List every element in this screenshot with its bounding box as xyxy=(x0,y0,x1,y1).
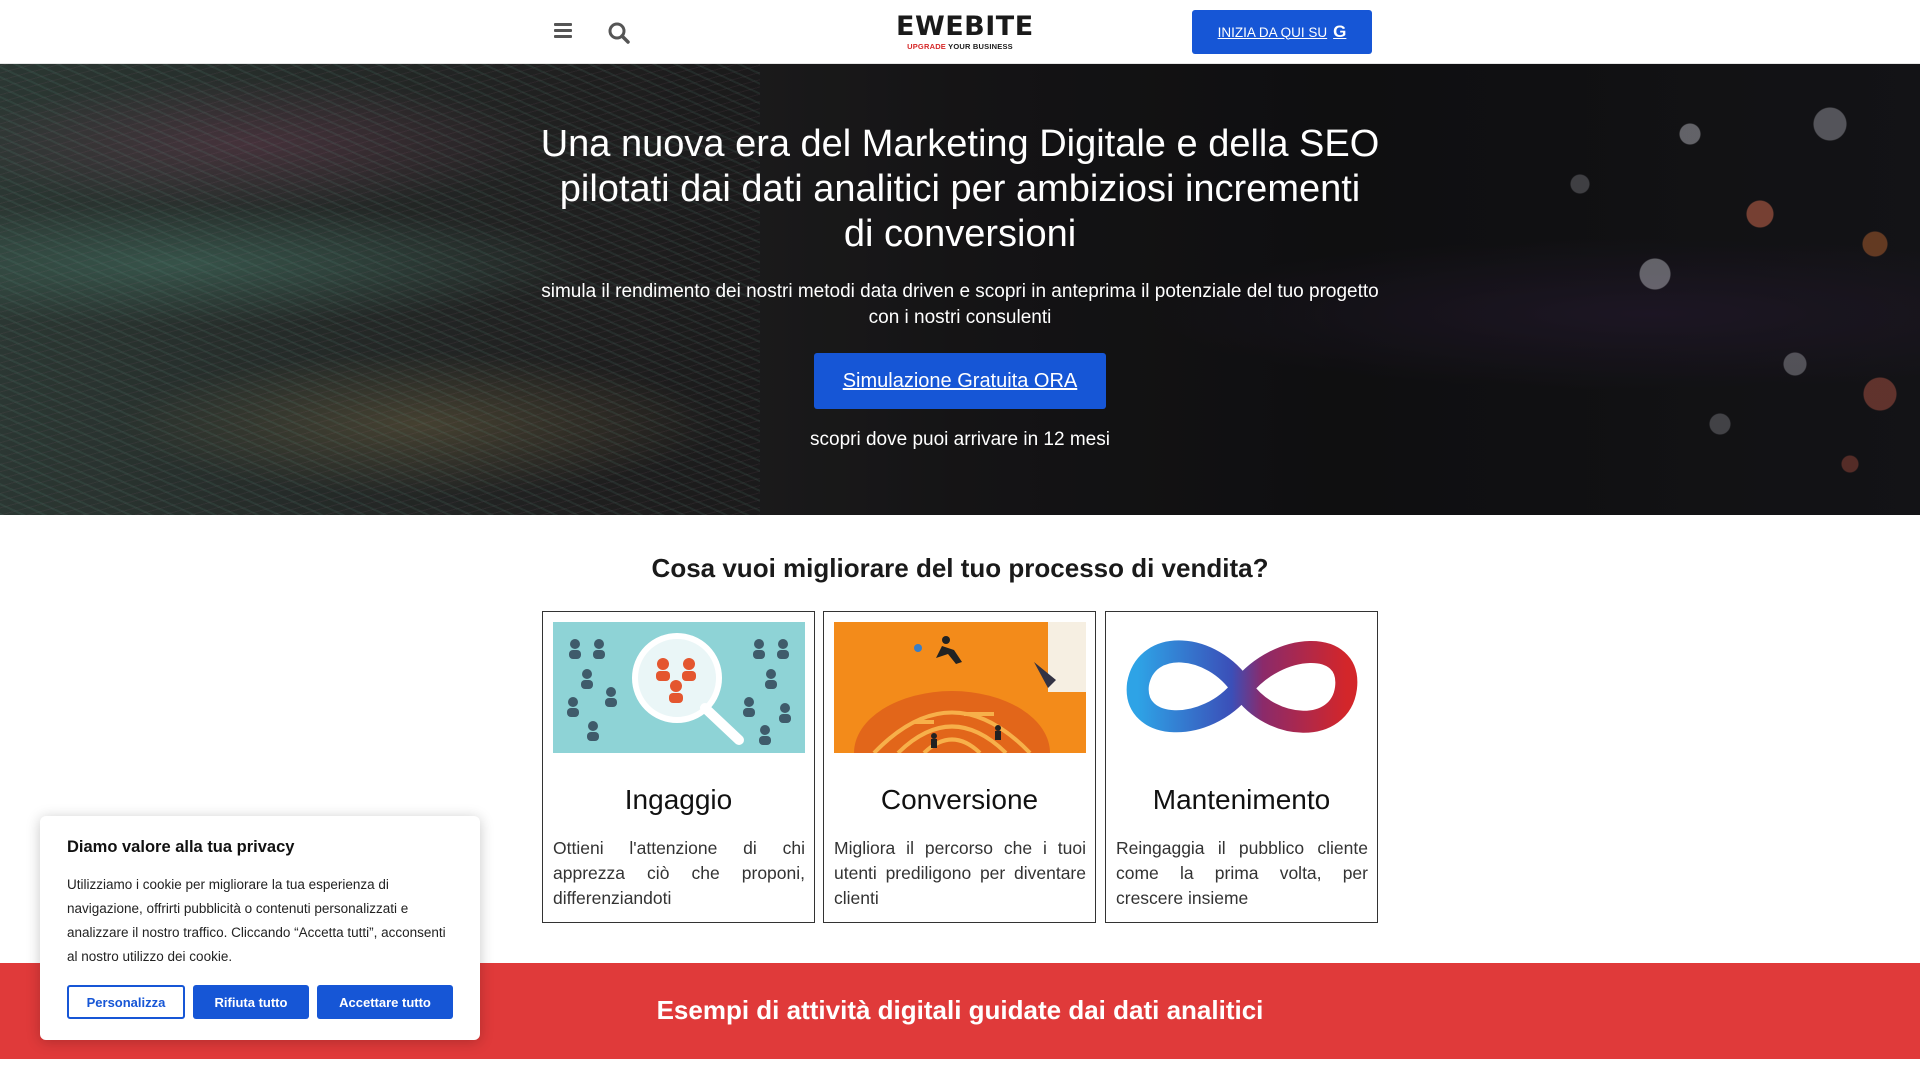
card-text: Reingaggia il pubblico cliente come la p… xyxy=(1116,838,1368,908)
logo-tagline: UPGRADE YOUR BUSINESS xyxy=(907,42,1013,51)
accept-all-button[interactable]: Accettare tutto xyxy=(317,985,453,1019)
infinity-illustration xyxy=(1116,622,1368,753)
card-title: Mantenimento xyxy=(1152,784,1331,815)
cookie-consent-banner: Diamo valore alla tua privacy Utilizziam… xyxy=(40,816,480,1040)
site-header: EWEBITE UPGRADE YOUR BUSINESS INIZIA DA … xyxy=(0,0,1920,64)
hero-title: Una nuova era del Marketing Digitale e d… xyxy=(540,123,1380,255)
card-title: Conversione xyxy=(880,784,1039,815)
reject-all-button[interactable]: Rifiuta tutto xyxy=(193,985,309,1019)
start-here-button[interactable]: INIZIA DA QUI SU G xyxy=(1192,10,1372,54)
site-logo[interactable]: EWEBITE UPGRADE YOUR BUSINESS xyxy=(896,11,1034,52)
search-icon[interactable] xyxy=(606,20,632,46)
card-text: Migliora il percorso che i tuoi utenti p… xyxy=(834,838,1086,908)
card-retention[interactable]: Mantenimento Reingaggia il pubblico clie… xyxy=(1105,611,1378,923)
start-here-label: INIZIA DA QUI SU xyxy=(1217,24,1328,40)
engagement-illustration xyxy=(553,622,805,753)
menu-icon[interactable] xyxy=(551,20,575,44)
card-text: Ottieni l'attenzione di chi apprezza ciò… xyxy=(553,838,805,908)
free-simulation-button[interactable]: Simulazione Gratuita ORA xyxy=(814,353,1106,409)
hero-subtitle: simula il rendimento dei nostri metodi d… xyxy=(541,281,1379,328)
customize-button[interactable]: Personalizza xyxy=(67,985,185,1019)
card-engagement[interactable]: Ingaggio Ottieni l'attenzione di chi app… xyxy=(542,611,815,923)
hero-banner: Una nuova era del Marketing Digitale e d… xyxy=(0,64,1920,515)
google-icon: G xyxy=(1333,22,1347,41)
section-title: Cosa vuoi migliorare del tuo processo di… xyxy=(651,553,1269,583)
cookie-text: Utilizziamo i cookie per migliorare la t… xyxy=(67,877,446,964)
examples-title: Esempi di attività digitali guidate dai … xyxy=(656,995,1264,1025)
cookie-title: Diamo valore alla tua privacy xyxy=(67,838,295,856)
card-conversion[interactable]: Conversione Migliora il percorso che i t… xyxy=(823,611,1096,923)
conversion-illustration xyxy=(834,622,1086,753)
hero-note: scopri dove puoi arrivare in 12 mesi xyxy=(810,429,1110,450)
card-title: Ingaggio xyxy=(624,784,733,815)
logo-wordmark: EWEBITE xyxy=(896,11,1034,42)
